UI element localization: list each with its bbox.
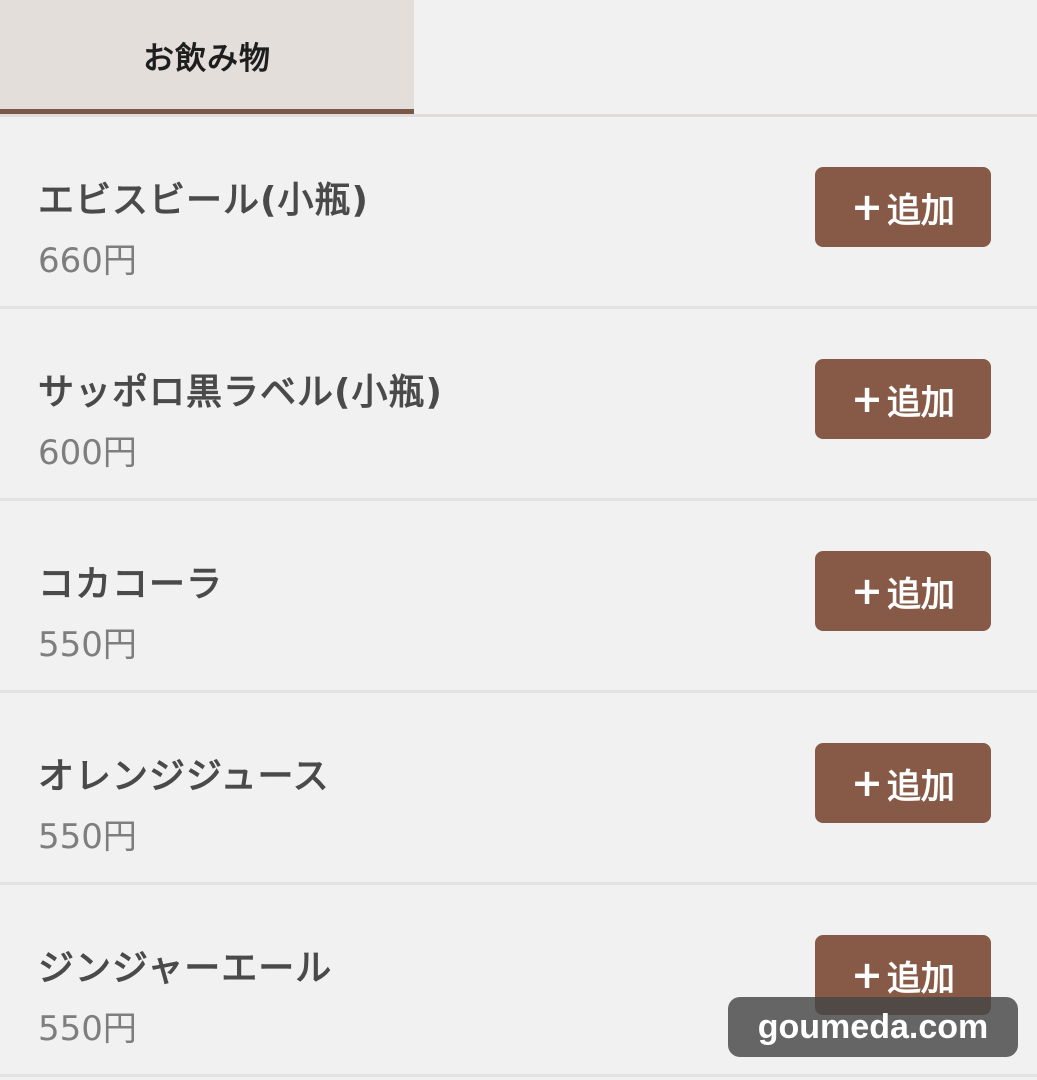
menu-item-row: コカコーラ 550円 + 追加 [0,501,1037,693]
add-button-label: 追加 [886,382,955,423]
tab-drinks-label: お飲み物 [143,41,271,77]
add-button-label: 追加 [886,190,955,231]
plus-icon: + [851,569,883,613]
item-price: 550円 [38,817,137,857]
add-button-label: 追加 [886,574,955,615]
item-price: 550円 [38,1009,137,1049]
item-price: 550円 [38,625,137,665]
menu-item-row: エビスビール(小瓶) 660円 + 追加 [0,117,1037,309]
plus-icon: + [851,185,883,229]
add-button[interactable]: + 追加 [815,551,991,631]
menu-item-row: サッポロ黒ラベル(小瓶) 600円 + 追加 [0,309,1037,501]
menu-item-row: オレンジジュース 550円 + 追加 [0,693,1037,885]
item-name: ジンジャーエール [38,948,333,989]
item-name: オレンジジュース [38,756,330,797]
add-button-label: 追加 [886,958,955,999]
add-button[interactable]: + 追加 [815,359,991,439]
item-name: コカコーラ [38,564,224,605]
item-name: エビスビール(小瓶) [38,180,369,221]
add-button[interactable]: + 追加 [815,167,991,247]
item-price: 600円 [38,433,137,473]
add-button-label: 追加 [886,766,955,807]
item-price: 660円 [38,241,137,281]
plus-icon: + [851,953,883,997]
watermark: goumeda.com [728,997,1018,1057]
plus-icon: + [851,377,883,421]
add-button[interactable]: + 追加 [815,743,991,823]
plus-icon: + [851,761,883,805]
menu-item-list: エビスビール(小瓶) 660円 + 追加 サッポロ黒ラベル(小瓶) 600円 +… [0,117,1037,1077]
category-tab-bar: お飲み物 [0,0,1037,117]
item-name: サッポロ黒ラベル(小瓶) [38,372,443,413]
tab-drinks[interactable]: お飲み物 [0,0,414,114]
